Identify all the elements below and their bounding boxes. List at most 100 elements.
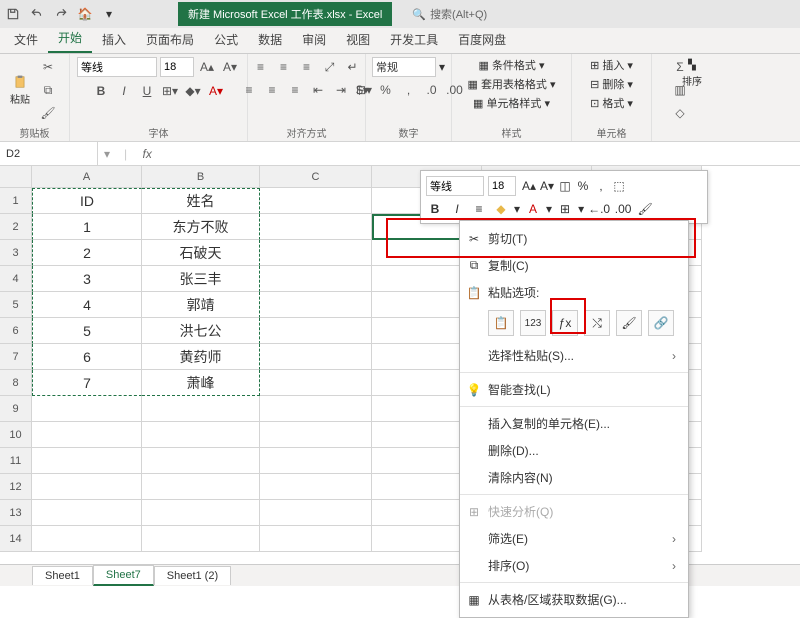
ribbon-tab-5[interactable]: 数据 — [248, 26, 292, 53]
indent-inc-icon[interactable]: ⇥ — [331, 80, 351, 100]
mini-format-painter[interactable]: 🖌 — [636, 200, 654, 218]
percent-icon[interactable]: % — [376, 80, 396, 100]
row-header[interactable]: 7 — [0, 344, 32, 370]
increase-font-icon[interactable]: A▴ — [197, 57, 217, 77]
cell[interactable] — [260, 292, 372, 318]
cond-format-button[interactable]: ▦ 条件格式▾ — [479, 57, 545, 73]
paste-opt-all[interactable]: 📋 — [488, 310, 514, 336]
cell[interactable] — [32, 396, 142, 422]
cell[interactable] — [32, 500, 142, 526]
paste-opt-link[interactable]: 🔗 — [648, 310, 674, 336]
cell[interactable]: 郭靖 — [142, 292, 260, 318]
row-header[interactable]: 11 — [0, 448, 32, 474]
mini-btn[interactable]: ‚ — [592, 177, 610, 195]
sort-filter-button[interactable]: ▚排序 — [678, 58, 706, 90]
row-header[interactable]: 3 — [0, 240, 32, 266]
home-icon[interactable]: 🏠 — [76, 5, 94, 23]
cell[interactable] — [32, 422, 142, 448]
cell[interactable] — [260, 318, 372, 344]
menu-copy[interactable]: ⧉复制(C) — [460, 252, 688, 279]
cell[interactable] — [260, 448, 372, 474]
sheet-tab[interactable]: Sheet1 — [32, 566, 93, 585]
mini-dec-dec[interactable]: .00 — [614, 200, 632, 218]
align-left-icon[interactable]: ≡ — [239, 80, 259, 100]
menu-insert-copied[interactable]: 插入复制的单元格(E)... — [460, 410, 688, 437]
cell[interactable] — [260, 266, 372, 292]
cell[interactable]: 东方不败 — [142, 214, 260, 240]
clear-icon[interactable]: ◇ — [670, 103, 690, 123]
wrap-text-icon[interactable]: ↵ — [343, 57, 363, 77]
cell[interactable] — [32, 474, 142, 500]
ribbon-tab-7[interactable]: 视图 — [336, 26, 380, 53]
cell[interactable]: 姓名 — [142, 188, 260, 214]
cell[interactable] — [260, 422, 372, 448]
decrease-font-icon[interactable]: A▾ — [220, 57, 240, 77]
ribbon-tab-0[interactable]: 文件 — [4, 26, 48, 53]
menu-paste-special[interactable]: 选择性粘贴(S)...› — [460, 342, 688, 369]
row-header[interactable]: 14 — [0, 526, 32, 552]
copy-icon[interactable]: ⧉ — [38, 80, 58, 100]
ribbon-tab-1[interactable]: 开始 — [48, 24, 92, 53]
cell[interactable] — [142, 526, 260, 552]
cell[interactable] — [260, 500, 372, 526]
cell[interactable] — [142, 422, 260, 448]
mini-btn[interactable]: ◫ — [556, 177, 574, 195]
cell[interactable]: 6 — [32, 344, 142, 370]
ribbon-tab-2[interactable]: 插入 — [92, 26, 136, 53]
cell[interactable]: ID — [32, 188, 142, 214]
row-header[interactable]: 6 — [0, 318, 32, 344]
insert-cells-button[interactable]: ⊞ 插入▾ — [590, 57, 633, 73]
currency-icon[interactable]: $▾ — [353, 80, 373, 100]
indent-dec-icon[interactable]: ⇤ — [308, 80, 328, 100]
cell[interactable]: 3 — [32, 266, 142, 292]
cell[interactable]: 石破天 — [142, 240, 260, 266]
align-bot-icon[interactable]: ≡ — [297, 57, 317, 77]
paste-button[interactable]: 粘贴 — [6, 73, 34, 108]
dropdown-icon[interactable]: ▾ — [100, 5, 118, 23]
col-header[interactable]: B — [142, 166, 260, 188]
mini-font-size[interactable] — [488, 176, 516, 196]
cell[interactable] — [260, 370, 372, 396]
cell[interactable]: 2 — [32, 240, 142, 266]
menu-sort[interactable]: 排序(O)› — [460, 552, 688, 579]
cell[interactable] — [142, 500, 260, 526]
underline-button[interactable]: U — [137, 81, 157, 101]
sheet-tab[interactable]: Sheet7 — [93, 565, 154, 586]
ribbon-tab-6[interactable]: 审阅 — [292, 26, 336, 53]
font-color-button[interactable]: A▾ — [206, 81, 226, 101]
menu-smart-lookup[interactable]: 💡智能查找(L) — [460, 376, 688, 403]
format-cells-button[interactable]: ⊡ 格式▾ — [590, 95, 633, 111]
format-painter-icon[interactable]: 🖌 — [38, 103, 58, 123]
mini-bold[interactable]: B — [426, 200, 444, 218]
align-right-icon[interactable]: ≡ — [285, 80, 305, 100]
row-header[interactable]: 4 — [0, 266, 32, 292]
menu-cut[interactable]: ✂剪切(T) — [460, 225, 688, 252]
mini-btn[interactable]: A▾ — [538, 177, 556, 195]
name-box[interactable]: D2 — [0, 142, 98, 165]
cell[interactable] — [260, 526, 372, 552]
cut-icon[interactable]: ✂ — [38, 57, 58, 77]
cell-styles-button[interactable]: ▦ 单元格样式▾ — [473, 95, 550, 111]
comma-icon[interactable]: , — [399, 80, 419, 100]
cell[interactable]: 4 — [32, 292, 142, 318]
cell[interactable]: 洪七公 — [142, 318, 260, 344]
menu-get-data[interactable]: ▦从表格/区域获取数据(G)... — [460, 586, 688, 613]
cell[interactable] — [260, 214, 372, 240]
cell[interactable]: 张三丰 — [142, 266, 260, 292]
row-header[interactable]: 8 — [0, 370, 32, 396]
undo-icon[interactable] — [28, 5, 46, 23]
fill-color-button[interactable]: ◆▾ — [183, 81, 203, 101]
row-header[interactable]: 9 — [0, 396, 32, 422]
cell[interactable] — [260, 396, 372, 422]
col-header[interactable]: A — [32, 166, 142, 188]
fx-icon[interactable]: fx — [135, 147, 159, 161]
menu-filter[interactable]: 筛选(E)› — [460, 525, 688, 552]
paste-opt-transpose[interactable]: ⤭ — [584, 310, 610, 336]
orientation-icon[interactable]: ⤢ — [320, 57, 340, 77]
cell[interactable]: 萧峰 — [142, 370, 260, 396]
align-mid-icon[interactable]: ≡ — [274, 57, 294, 77]
row-header[interactable]: 10 — [0, 422, 32, 448]
paste-opt-formulas[interactable]: ƒx — [552, 310, 578, 336]
ribbon-tab-9[interactable]: 百度网盘 — [448, 26, 516, 53]
search-box[interactable]: 🔍 搜索(Alt+Q) — [412, 6, 487, 22]
